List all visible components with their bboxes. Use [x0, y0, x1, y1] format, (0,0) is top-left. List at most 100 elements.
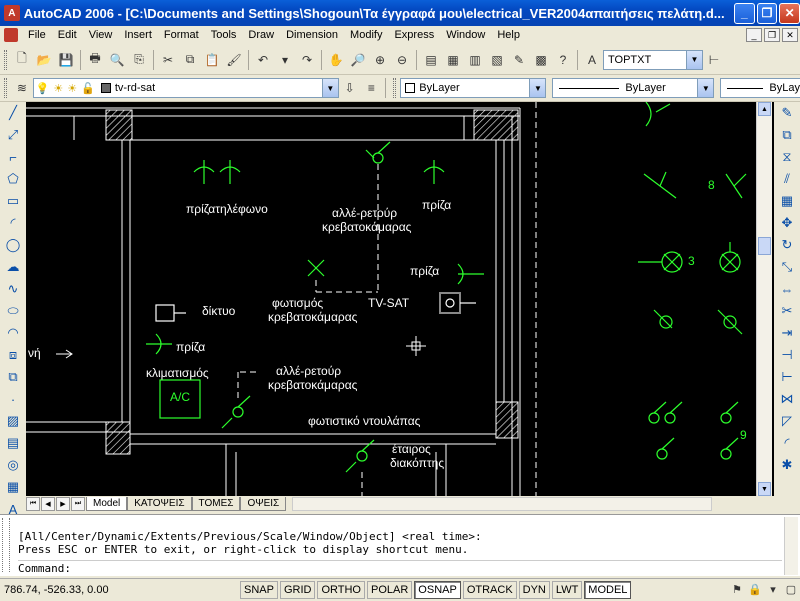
spline-icon[interactable]: ∿	[2, 278, 24, 300]
join-icon[interactable]: ⋈	[776, 388, 798, 410]
polygon-icon[interactable]: ⬠	[2, 168, 24, 190]
paste-icon[interactable]: 📋	[201, 49, 223, 71]
minimize-button[interactable]: _	[734, 2, 755, 24]
autocad-app-icon[interactable]: A	[4, 5, 20, 21]
chamfer-icon[interactable]: ◸	[776, 410, 798, 432]
tab-plans[interactable]: ΚΑΤΟΨΕΙΣ	[127, 497, 192, 511]
menu-modify[interactable]: Modify	[344, 29, 388, 41]
menu-tools[interactable]: Tools	[205, 29, 243, 41]
clean-screen-icon[interactable]: ▢	[782, 579, 800, 601]
close-button[interactable]: ✕	[779, 2, 800, 24]
toolbar-grip[interactable]	[4, 78, 7, 98]
drawing-horizontal-scrollbar[interactable]	[292, 497, 713, 511]
markup-icon[interactable]: ✎	[508, 49, 530, 71]
chevron-down-icon[interactable]: ▼	[697, 79, 714, 97]
menu-insert[interactable]: Insert	[118, 29, 158, 41]
toolbar-grip[interactable]	[393, 78, 397, 98]
make-block-icon[interactable]: ⧉	[2, 366, 24, 388]
menu-window[interactable]: Window	[440, 29, 491, 41]
pan-icon[interactable]: ✋	[325, 49, 347, 71]
gradient-icon[interactable]: ▤	[2, 432, 24, 454]
ellipse-icon[interactable]: ⬭	[2, 300, 24, 322]
grid-toggle[interactable]: GRID	[279, 580, 316, 599]
chevron-down-icon[interactable]: ▼	[686, 50, 702, 69]
command-window-grip[interactable]	[2, 518, 10, 572]
drawing-vertical-scrollbar[interactable]: ▲ ▼	[756, 102, 772, 496]
doc-minimize-button[interactable]: _	[746, 28, 762, 42]
lock-toolbar-icon[interactable]: 🔒	[746, 579, 764, 601]
text-style-select[interactable]: TOPTXT ▼	[603, 49, 703, 70]
scale-icon[interactable]: ⤡	[776, 256, 798, 278]
match-properties-icon[interactable]: 🖌	[223, 49, 245, 71]
prev-tab-icon[interactable]: ◀	[41, 497, 55, 511]
toolbar-grip[interactable]	[4, 49, 7, 70]
plot-preview-icon[interactable]: 🔍	[106, 49, 128, 71]
scroll-up-arrow-icon[interactable]: ▲	[758, 102, 771, 116]
cut-icon[interactable]: ✂	[157, 49, 179, 71]
mirror-icon[interactable]: ⧖	[776, 146, 798, 168]
menu-express[interactable]: Express	[388, 29, 440, 41]
menu-format[interactable]: Format	[158, 29, 205, 41]
menu-dimension[interactable]: Dimension	[280, 29, 344, 41]
drawing-canvas[interactable]: πρίζατηλέφωνο αλλέ-ρετούρ κρεβατοκάμαρας…	[26, 102, 774, 496]
construction-line-icon[interactable]: ⤢	[2, 124, 24, 146]
array-icon[interactable]: ▦	[776, 190, 798, 212]
model-toggle[interactable]: MODEL	[584, 580, 632, 599]
menu-file[interactable]: File	[22, 29, 52, 41]
line-tool-icon[interactable]: ╱	[2, 102, 24, 124]
dimension-style-icon[interactable]: ⊢	[703, 49, 725, 71]
arc-icon[interactable]: ◜	[2, 212, 24, 234]
open-file-icon[interactable]: 📂	[33, 49, 55, 71]
dyn-toggle[interactable]: DYN	[518, 580, 550, 599]
menu-draw[interactable]: Draw	[242, 29, 280, 41]
design-center-icon[interactable]: ▦	[442, 49, 464, 71]
undo-icon[interactable]: ↶	[252, 49, 274, 71]
polyline-icon[interactable]: ⌐	[2, 146, 24, 168]
rectangle-icon[interactable]: ▭	[2, 190, 24, 212]
tab-elevations[interactable]: ΟΨΕΙΣ	[240, 497, 287, 511]
stretch-icon[interactable]: ⇔	[776, 278, 798, 300]
last-tab-icon[interactable]: ⏭	[71, 497, 85, 511]
copy-icon[interactable]: ⧉	[179, 49, 201, 71]
status-menu-icon[interactable]: ▾	[764, 579, 782, 601]
command-input[interactable]: Command:	[18, 560, 782, 576]
menu-help[interactable]: Help	[491, 29, 526, 41]
ortho-toggle[interactable]: ORTHO	[317, 580, 365, 599]
document-icon[interactable]	[4, 28, 18, 42]
tab-model[interactable]: Model	[86, 497, 128, 511]
zoom-window-icon[interactable]: ⊕	[369, 49, 391, 71]
rotate-icon[interactable]: ↻	[776, 234, 798, 256]
menu-view[interactable]: View	[83, 29, 119, 41]
insert-block-icon[interactable]: ⧈	[2, 344, 24, 366]
lineweight-select[interactable]: ByLay	[720, 78, 800, 98]
erase-icon[interactable]: ✎	[776, 102, 798, 124]
command-scrollbar[interactable]	[784, 517, 798, 575]
zoom-realtime-icon[interactable]: 🔎	[347, 49, 369, 71]
sheet-set-icon[interactable]: ▧	[486, 49, 508, 71]
snap-toggle[interactable]: SNAP	[240, 580, 278, 599]
region-icon[interactable]: ◎	[2, 454, 24, 476]
scroll-down-arrow-icon[interactable]: ▼	[758, 482, 771, 496]
fillet-icon[interactable]: ◜	[776, 432, 798, 454]
break-at-point-icon[interactable]: ⊣	[776, 344, 798, 366]
text-style-icon[interactable]: A	[581, 49, 603, 71]
publish-icon[interactable]: ⎘	[128, 49, 150, 71]
layer-manager-icon[interactable]: ≋	[11, 77, 33, 99]
osnap-toggle[interactable]: OSNAP	[414, 580, 461, 599]
make-layer-current-icon[interactable]: ⇩	[339, 77, 361, 99]
linetype-select[interactable]: ByLayer ▼	[552, 78, 715, 98]
doc-close-button[interactable]: ✕	[782, 28, 798, 42]
tab-sections[interactable]: ΤΟΜΕΣ	[191, 497, 241, 511]
scrollbar-thumb[interactable]	[758, 237, 771, 255]
layer-previous-icon[interactable]: ≡	[361, 77, 383, 99]
restore-button[interactable]: ❐	[756, 2, 778, 24]
communication-center-icon[interactable]: ⚑	[728, 579, 746, 601]
layer-select[interactable]: 💡 ☀ ☀ 🔓 tv-rd-sat ▼	[32, 78, 339, 98]
explode-icon[interactable]: ✱	[776, 454, 798, 476]
undo-dropdown-icon[interactable]: ▾	[274, 49, 296, 71]
ellipse-arc-icon[interactable]: ◠	[2, 322, 24, 344]
new-file-icon[interactable]: 🗋	[11, 49, 33, 71]
coordinate-readout[interactable]: 786.74, -526.33, 0.00	[0, 584, 240, 596]
extend-icon[interactable]: ⇥	[776, 322, 798, 344]
table-icon[interactable]: ▦	[2, 476, 24, 498]
